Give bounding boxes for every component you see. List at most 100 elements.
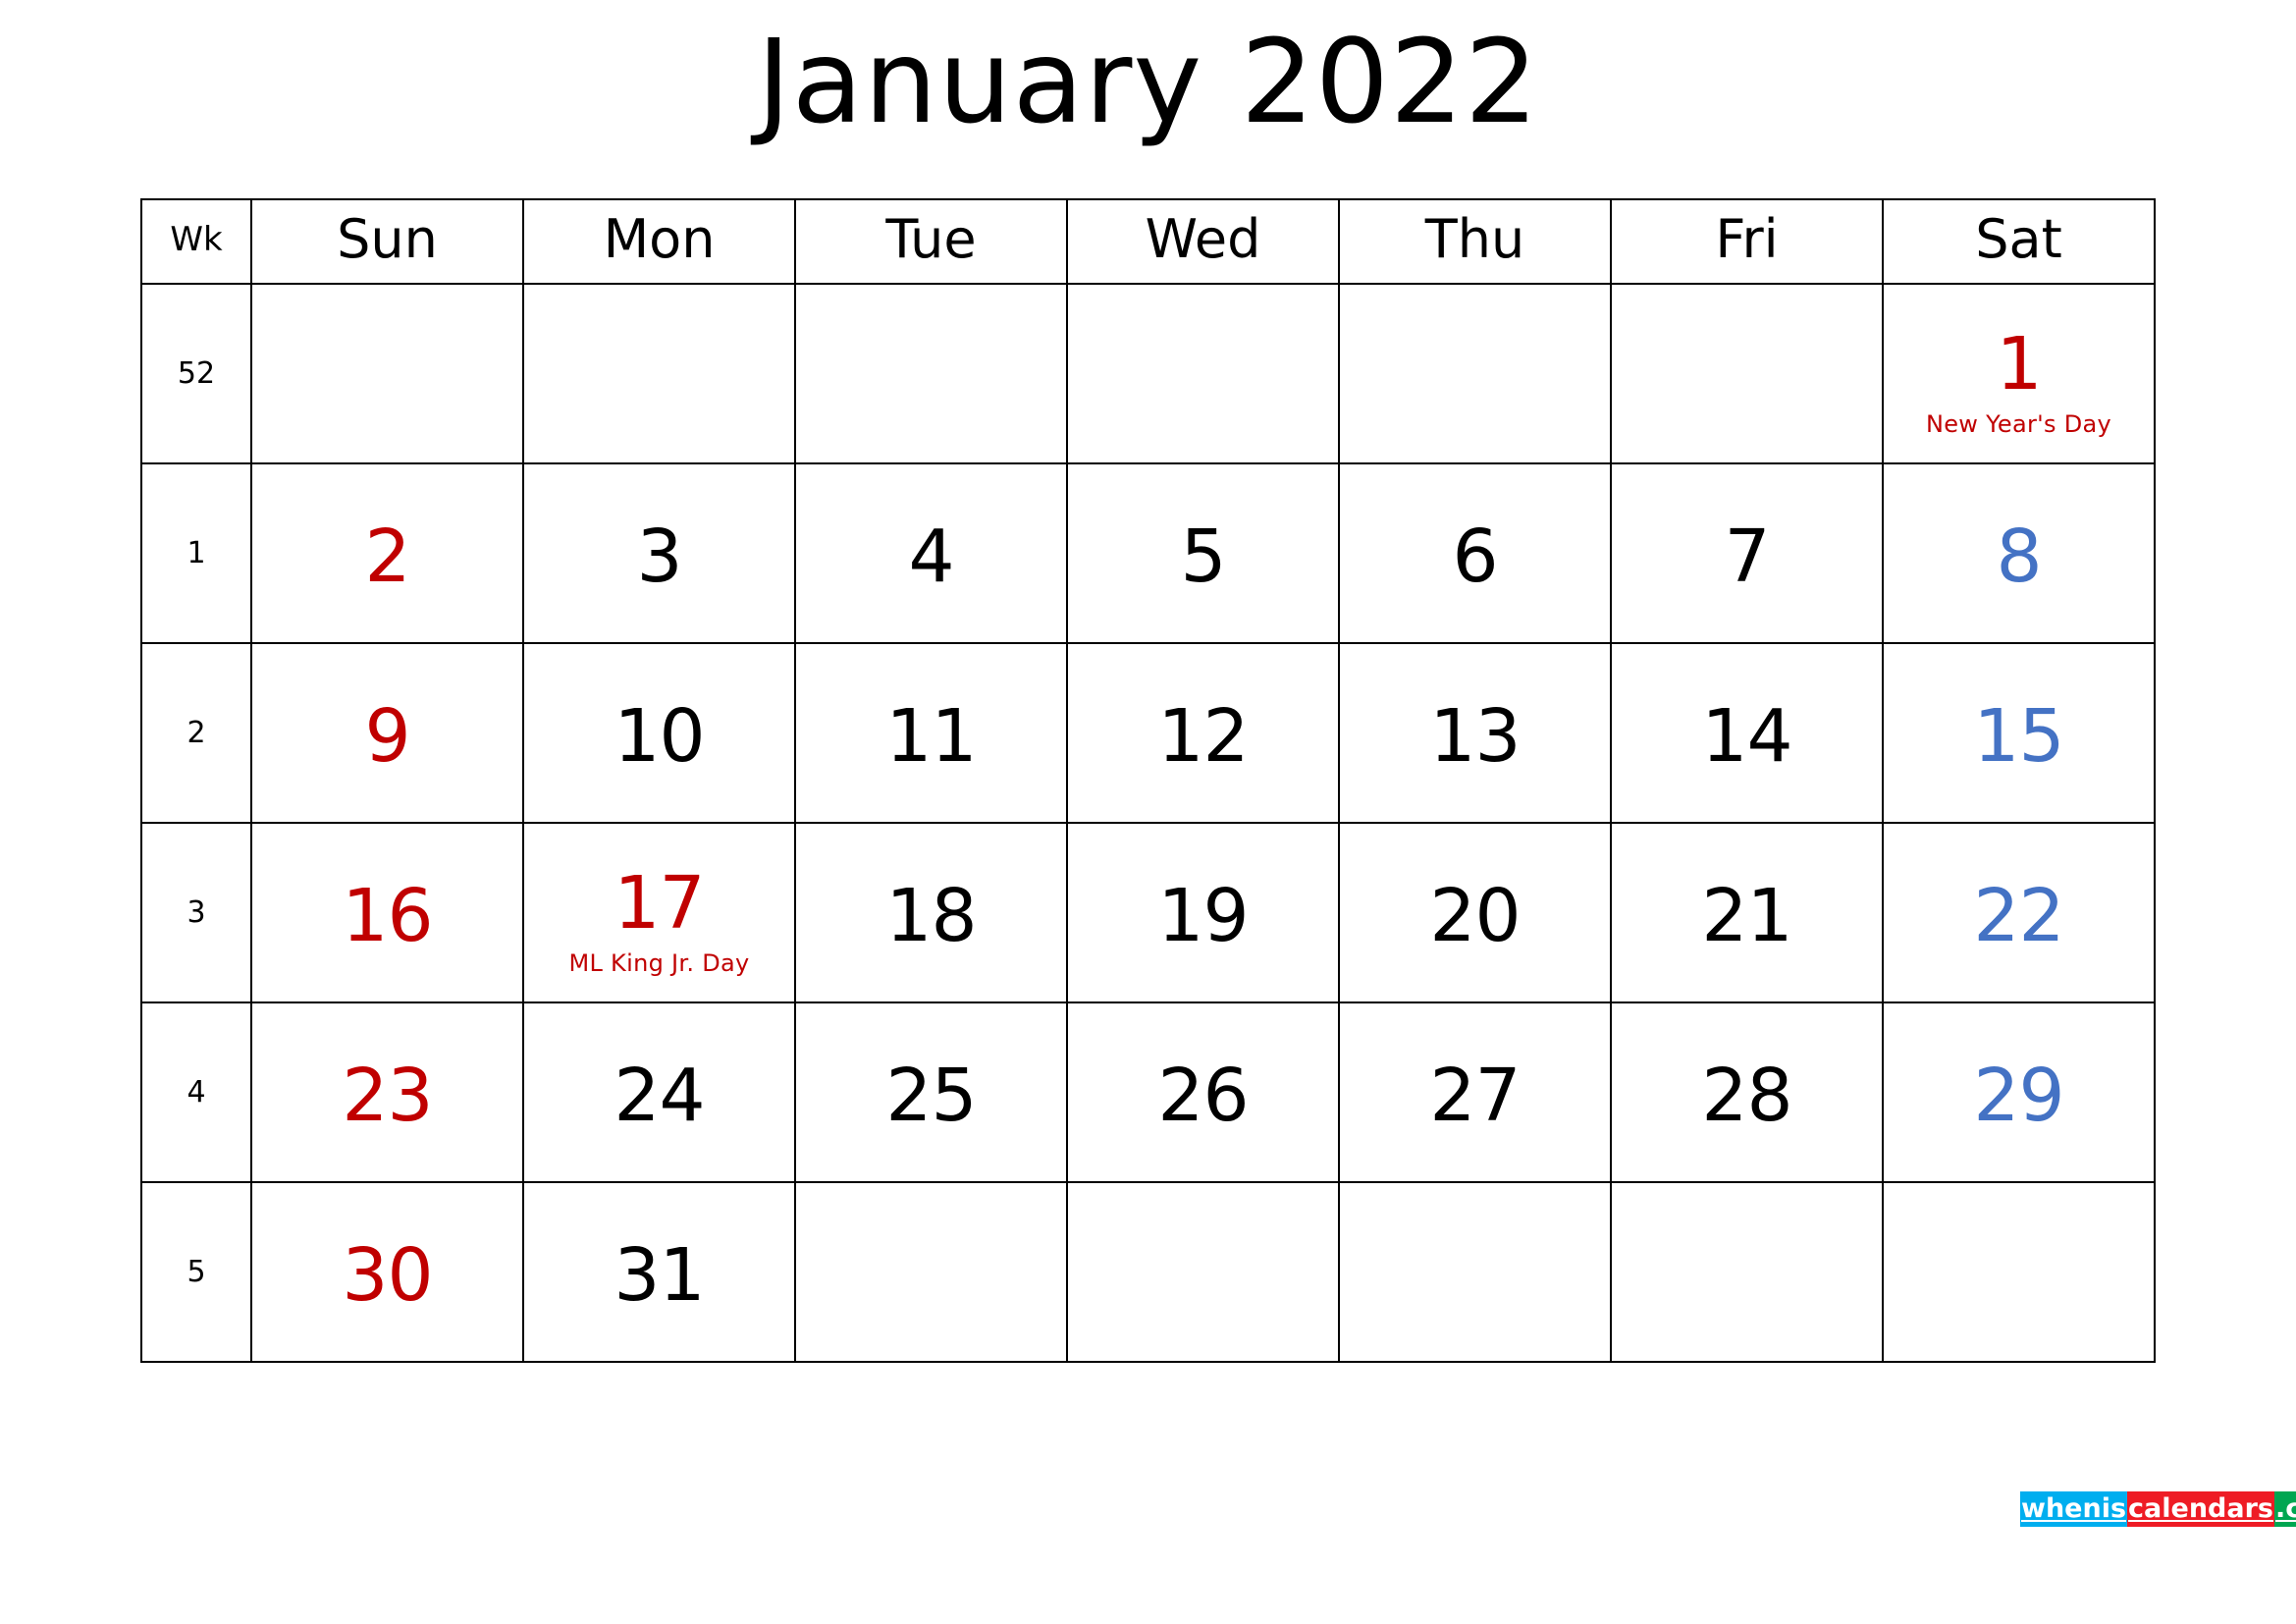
day-number: 31 <box>614 1232 705 1318</box>
week-number-cell: 5 <box>140 1181 252 1363</box>
day-cell-empty <box>1610 283 1884 464</box>
day-number: 9 <box>364 693 410 779</box>
day-cell-21[interactable]: 21 <box>1610 822 1884 1003</box>
day-cell-29[interactable]: 29 <box>1882 1001 2156 1183</box>
day-cell-content <box>1068 285 1338 462</box>
day-cell-16[interactable]: 16 <box>250 822 524 1003</box>
day-cell-content: 27 <box>1340 1003 1610 1181</box>
day-cell-content: 7 <box>1612 464 1882 642</box>
day-cell-18[interactable]: 18 <box>794 822 1068 1003</box>
day-cell-11[interactable]: 11 <box>794 642 1068 824</box>
day-cell-8[interactable]: 8 <box>1882 462 2156 644</box>
calendar-week-row: 52 1 New Year's Day <box>140 283 2156 464</box>
day-cell-content: 6 <box>1340 464 1610 642</box>
day-cell-5[interactable]: 5 <box>1066 462 1340 644</box>
day-cell-31[interactable]: 31 <box>522 1181 796 1363</box>
day-cell-2[interactable]: 2 <box>250 462 524 644</box>
day-cell-empty <box>250 283 524 464</box>
watermark-part-whenis: whenis <box>2020 1491 2128 1527</box>
day-cell-content <box>1884 1183 2154 1361</box>
day-cell-content: 20 <box>1340 824 1610 1001</box>
day-cell-empty <box>1066 283 1340 464</box>
day-cell-content: 3 <box>524 464 794 642</box>
watermark-part-com: .com <box>2273 1491 2296 1527</box>
day-number: 16 <box>342 873 433 958</box>
week-number-cell: 2 <box>140 642 252 824</box>
day-cell-4[interactable]: 4 <box>794 462 1068 644</box>
column-header-mon: Mon <box>522 198 796 285</box>
day-cell-20[interactable]: 20 <box>1338 822 1612 1003</box>
day-cell-content: 5 <box>1068 464 1338 642</box>
day-number: 23 <box>342 1053 433 1138</box>
day-cell-empty <box>794 1181 1068 1363</box>
day-cell-1[interactable]: 1 New Year's Day <box>1882 283 2156 464</box>
day-cell-content: 15 <box>1884 644 2154 822</box>
day-cell-content: 11 <box>796 644 1066 822</box>
day-cell-23[interactable]: 23 <box>250 1001 524 1183</box>
day-cell-content: 14 <box>1612 644 1882 822</box>
day-cell-22[interactable]: 22 <box>1882 822 2156 1003</box>
day-number: 19 <box>1157 873 1249 958</box>
watermark-logo[interactable]: whenis calendars .com <box>2020 1491 2296 1527</box>
day-cell-9[interactable]: 9 <box>250 642 524 824</box>
day-cell-content: 2 <box>252 464 522 642</box>
week-number-label: 52 <box>177 355 216 391</box>
day-number: 29 <box>1973 1053 2064 1138</box>
day-cell-content: 21 <box>1612 824 1882 1001</box>
day-cell-content <box>1612 1183 1882 1361</box>
day-cell-13[interactable]: 13 <box>1338 642 1612 824</box>
day-cell-30[interactable]: 30 <box>250 1181 524 1363</box>
day-cell-3[interactable]: 3 <box>522 462 796 644</box>
day-cell-10[interactable]: 10 <box>522 642 796 824</box>
calendar-grid: Wk Sun Mon Tue Wed Thu Fri Sat 52 1 New Year's Da… <box>140 198 2156 1363</box>
calendar-week-row: 3 16 17 ML King Jr. Day 18 19 20 21 22 <box>140 822 2156 1003</box>
day-cell-19[interactable]: 19 <box>1066 822 1340 1003</box>
week-number-label: 4 <box>187 1074 206 1110</box>
day-cell-content: 4 <box>796 464 1066 642</box>
day-cell-empty <box>1338 1181 1612 1363</box>
day-number: 8 <box>1996 514 2042 599</box>
day-cell-6[interactable]: 6 <box>1338 462 1612 644</box>
day-cell-14[interactable]: 14 <box>1610 642 1884 824</box>
day-cell-24[interactable]: 24 <box>522 1001 796 1183</box>
day-cell-empty <box>522 283 796 464</box>
day-cell-7[interactable]: 7 <box>1610 462 1884 644</box>
day-cell-content: 18 <box>796 824 1066 1001</box>
column-header-sat: Sat <box>1882 198 2156 285</box>
day-number: 25 <box>885 1053 977 1138</box>
watermark-part-calendars: calendars <box>2127 1491 2274 1527</box>
day-number: 4 <box>908 514 954 599</box>
day-cell-27[interactable]: 27 <box>1338 1001 1612 1183</box>
day-cell-content <box>252 285 522 462</box>
day-cell-28[interactable]: 28 <box>1610 1001 1884 1183</box>
day-cell-content: 29 <box>1884 1003 2154 1181</box>
column-header-wk-label: Wk <box>170 220 223 259</box>
day-cell-26[interactable]: 26 <box>1066 1001 1340 1183</box>
day-cell-25[interactable]: 25 <box>794 1001 1068 1183</box>
day-cell-content: 30 <box>252 1183 522 1361</box>
day-cell-content: 16 <box>252 824 522 1001</box>
day-number: 20 <box>1429 873 1521 958</box>
day-number: 26 <box>1157 1053 1249 1138</box>
day-number: 17 <box>614 860 705 946</box>
day-number: 13 <box>1429 693 1521 779</box>
day-cell-17[interactable]: 17 ML King Jr. Day <box>522 822 796 1003</box>
calendar-week-row: 4 23 24 25 26 27 28 29 <box>140 1001 2156 1183</box>
day-number: 15 <box>1973 693 2064 779</box>
day-cell-content: 8 <box>1884 464 2154 642</box>
day-cell-15[interactable]: 15 <box>1882 642 2156 824</box>
holiday-label: New Year's Day <box>1925 409 2112 438</box>
day-cell-content: 12 <box>1068 644 1338 822</box>
column-header-mon-label: Mon <box>603 208 716 270</box>
day-number: 30 <box>342 1232 433 1318</box>
day-cell-content: 22 <box>1884 824 2154 1001</box>
page-title: January 2022 <box>756 14 1540 149</box>
day-number: 24 <box>614 1053 705 1138</box>
day-cell-content <box>1340 285 1610 462</box>
day-number: 18 <box>885 873 977 958</box>
day-number: 1 <box>1996 321 2042 406</box>
day-cell-content: 17 ML King Jr. Day <box>524 824 794 1001</box>
day-cell-12[interactable]: 12 <box>1066 642 1340 824</box>
week-number-label: 3 <box>187 894 206 930</box>
day-number: 7 <box>1724 514 1770 599</box>
